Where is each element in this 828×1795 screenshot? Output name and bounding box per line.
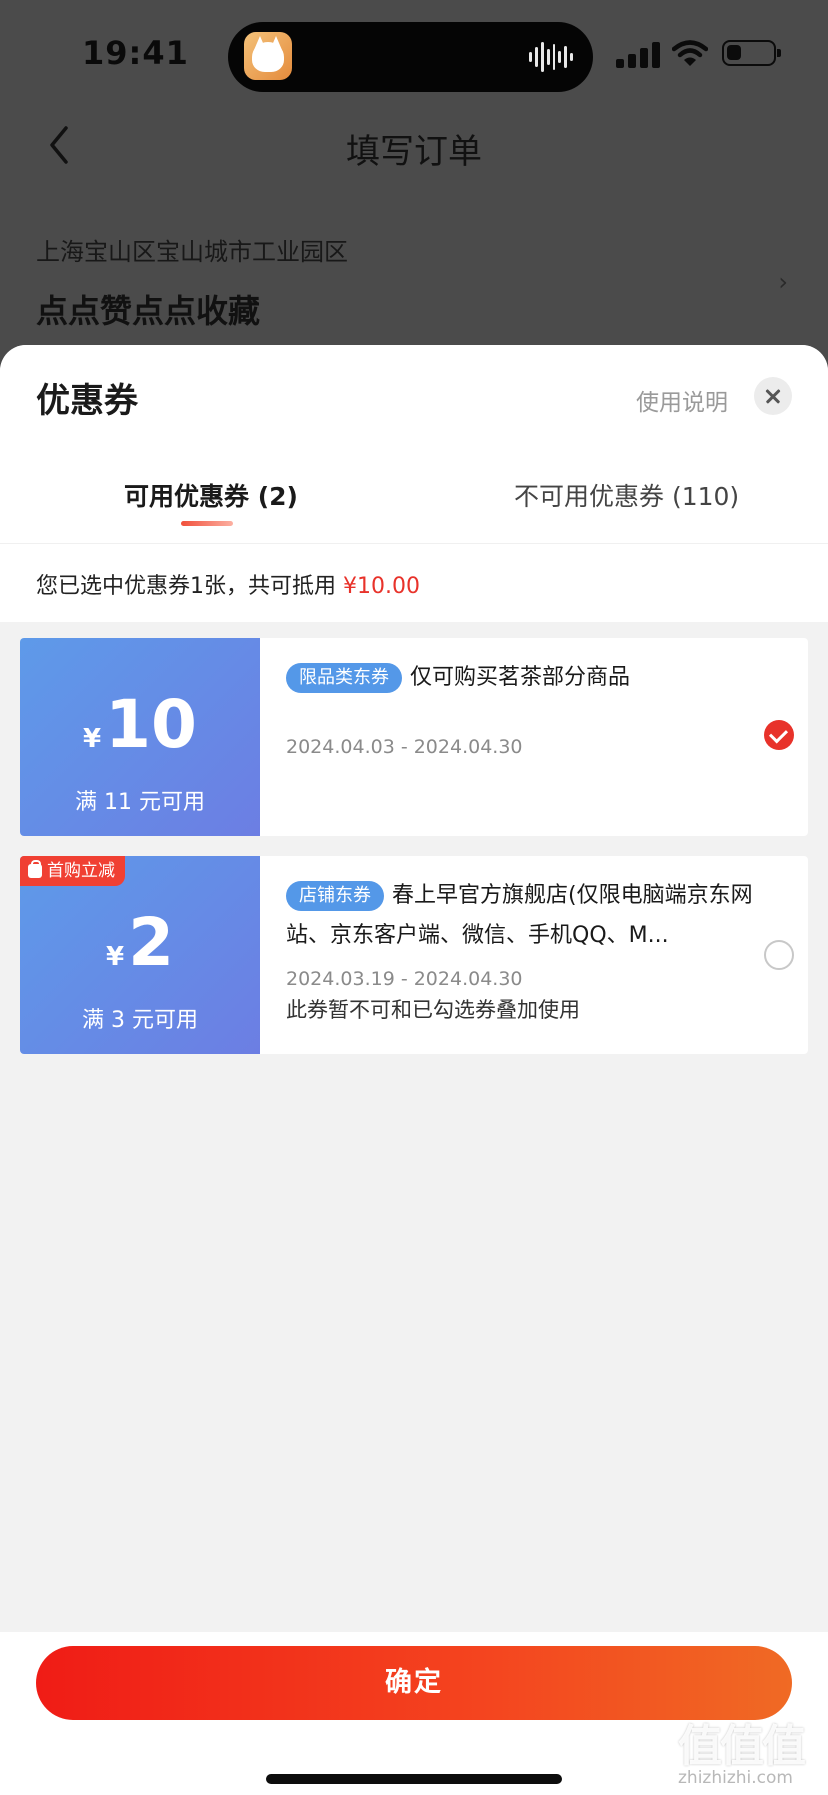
status-time: 19:41 [82, 34, 189, 72]
home-indicator [266, 1774, 562, 1784]
page-title: 填写订单 [346, 132, 482, 172]
coupon-sheet: 优惠券 使用说明 可用优惠券 (2) 不可用优惠券 (110) 您已选中优惠券1… [0, 345, 828, 1795]
close-icon[interactable] [754, 377, 792, 415]
watermark-url: zhizhizhi.com [678, 1768, 793, 1788]
selection-summary: 您已选中优惠券1张，共可抵用 ¥10.00 [0, 543, 828, 622]
coupon-validity: 2024.03.19 - 2024.04.30 [286, 968, 523, 990]
coupon-validity: 2024.04.03 - 2024.04.30 [286, 736, 523, 758]
order-page-background: 19:41 填写订单 上海宝山区宝山城市工业园区 点点赞点点收藏 › [0, 0, 828, 360]
coupon-card[interactable]: ¥10 满 11 元可用 限品类东券 仅可购买茗茶部分商品 2024.04.03 … [20, 638, 808, 836]
confirm-button[interactable]: 确定 [36, 1646, 792, 1720]
coupon-amount: 2 [128, 904, 175, 981]
coupon-value-panel: ¥10 满 11 元可用 [20, 638, 260, 836]
coupon-threshold: 满 3 元可用 [82, 1008, 198, 1033]
coupon-threshold: 满 11 元可用 [75, 790, 205, 815]
tab-unavailable-coupons[interactable]: 不可用优惠券 (110) [514, 477, 739, 513]
coupon-description: 仅可购买茗茶部分商品 [410, 665, 631, 690]
active-tab-indicator [181, 521, 233, 526]
usage-instructions-link[interactable]: 使用说明 [636, 383, 728, 417]
chevron-right-icon[interactable]: › [778, 268, 788, 296]
cellular-signal-icon [616, 42, 660, 68]
coupon-type-tag: 店铺东券 [286, 881, 384, 911]
address-name: 点点赞点点收藏 [36, 292, 261, 330]
coupon-currency: ¥ [83, 724, 102, 754]
coupon-details: 店铺东券 春上早官方旗舰店(仅限电脑端京东网站、京东客户端、微信、手机QQ、M..… [286, 876, 756, 1024]
coupon-value-panel: ¥2 满 3 元可用 首购立减 [20, 856, 260, 1054]
summary-text: 您已选中优惠券1张，共可抵用 [36, 574, 336, 599]
coupon-stack-note: 此券暂不可和已勾选券叠加使用 [286, 998, 580, 1022]
watermark-logo: 值值值 [678, 1721, 806, 1772]
status-bar: 19:41 [0, 0, 828, 110]
site-watermark: 值值值 zhizhizhi.com [676, 1710, 826, 1794]
first-purchase-badge: 首购立减 [20, 856, 125, 886]
shopping-bag-icon [28, 860, 42, 878]
dynamic-island [228, 22, 593, 92]
coupon-card[interactable]: ¥2 满 3 元可用 首购立减 店铺东券 春上早官方旗舰店(仅限电脑端京东网站、京… [20, 856, 808, 1054]
coupon-type-tag: 限品类东券 [286, 663, 402, 693]
audio-wave-icon [529, 40, 573, 74]
sheet-title: 优惠券 [36, 381, 138, 421]
summary-amount: ¥10.00 [343, 574, 420, 599]
sheet-header: 优惠券 使用说明 可用优惠券 (2) 不可用优惠券 (110) [0, 345, 828, 543]
coupon-details: 限品类东券 仅可购买茗茶部分商品 2024.04.03 - 2024.04.30 [286, 658, 756, 758]
coupon-currency: ¥ [105, 942, 125, 972]
first-purchase-badge-label: 首购立减 [47, 861, 115, 881]
app-icon [244, 32, 292, 80]
coupon-select-checkbox[interactable] [764, 720, 794, 750]
tab-available-coupons[interactable]: 可用优惠券 (2) [124, 477, 298, 513]
wifi-icon [672, 40, 708, 66]
coupon-amount: 10 [105, 686, 197, 763]
battery-icon [722, 40, 781, 66]
address-line: 上海宝山区宝山城市工业园区 [36, 238, 348, 266]
coupon-select-checkbox[interactable] [764, 940, 794, 970]
